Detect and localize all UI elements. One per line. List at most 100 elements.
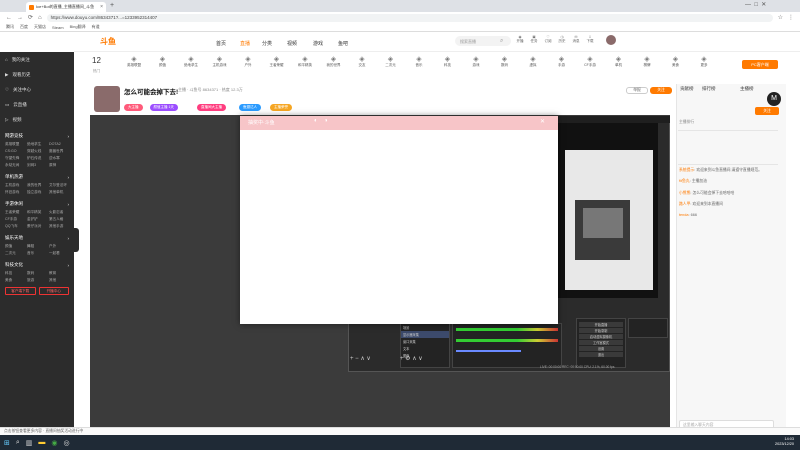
sidebar-item-cloud[interactable]: ▭ 云直播 bbox=[0, 97, 74, 112]
category-item[interactable]: ◈ 王者荣耀 bbox=[265, 55, 289, 68]
chat-username[interactable]: 路人甲 bbox=[679, 202, 690, 206]
bookmark-item[interactable]: 腾讯 bbox=[6, 24, 14, 30]
volume-slider[interactable] bbox=[456, 350, 521, 352]
new-tab-icon[interactable]: + bbox=[110, 2, 114, 9]
site-logo[interactable]: 斗鱼 bbox=[100, 36, 116, 47]
search-icon[interactable]: ⌕ bbox=[500, 38, 503, 45]
sidebar-category-link[interactable]: 其他单机 bbox=[49, 190, 69, 195]
sidebar-category-link[interactable]: 独立游戏 bbox=[27, 190, 47, 195]
sidebar-category-link[interactable]: 教育 bbox=[49, 271, 69, 276]
obs-source-controls[interactable]: + ⚙ ∧ ∨ bbox=[400, 355, 423, 362]
sidebar-category-link[interactable]: 其他手游 bbox=[49, 224, 69, 229]
bookmark-item[interactable]: 百度 bbox=[20, 24, 28, 30]
explorer-icon[interactable]: ▬ bbox=[38, 439, 45, 446]
user-avatar[interactable] bbox=[606, 35, 616, 45]
search-icon[interactable]: ⌕ bbox=[16, 439, 20, 447]
nav-home[interactable]: 首页 bbox=[216, 40, 226, 47]
sidebar-category-link[interactable]: 魔兽世界 bbox=[49, 149, 69, 154]
download-icon[interactable]: ⇩ 下载 bbox=[583, 35, 597, 44]
sidebar-item-follow[interactable]: ⌂ 我的关注 bbox=[0, 52, 74, 67]
star-icon[interactable]: ☆ bbox=[778, 14, 783, 21]
sidebar-category-link[interactable]: 剑网3 bbox=[27, 163, 47, 168]
sidebar-category-link[interactable]: 主机游戏 bbox=[5, 183, 25, 188]
category-item[interactable]: ◈ 游戏 bbox=[464, 55, 488, 68]
menu-icon[interactable]: ⋮ bbox=[788, 14, 794, 21]
obs-exit-button[interactable]: 退出 bbox=[579, 352, 623, 357]
category-item[interactable]: ◈ CF手游 bbox=[578, 55, 602, 68]
obs-scene-item[interactable]: 场景 bbox=[401, 324, 449, 331]
sidebar-section-header[interactable]: 手游休闲 › bbox=[0, 198, 74, 210]
sidebar-category-link[interactable]: 英雄联盟 bbox=[5, 142, 25, 147]
sidebar-section-header[interactable]: 网游竞技 › bbox=[0, 130, 74, 142]
obs-settings-button[interactable]: 设置 bbox=[579, 346, 623, 351]
rank-avatar[interactable]: M bbox=[767, 92, 781, 106]
sidebar-item-history[interactable]: ▶ 观看历史 bbox=[0, 67, 74, 82]
category-item[interactable]: ◈ 和平精英 bbox=[293, 55, 317, 68]
sidebar-category-link[interactable]: 和平精英 bbox=[27, 210, 47, 215]
sidebar-category-link[interactable]: 颜值 bbox=[5, 244, 25, 249]
category-item[interactable]: ◈ 棋牌 bbox=[635, 55, 659, 68]
sidebar-category-link[interactable]: 王者荣耀 bbox=[5, 210, 25, 215]
category-item[interactable]: ◈ 手游 bbox=[550, 55, 574, 68]
obs-start-stream-button[interactable]: 开始直播 bbox=[579, 322, 623, 327]
chat-username[interactable]: fit鱼丸 bbox=[679, 179, 690, 183]
sidebar-category-link[interactable]: 我的世界 bbox=[27, 183, 47, 188]
start-icon[interactable]: ⊞ bbox=[4, 439, 10, 447]
sidebar-category-link[interactable]: CF手游 bbox=[5, 217, 25, 222]
category-item[interactable]: ◈ 户外 bbox=[236, 55, 260, 68]
category-item[interactable]: ◈ 交友 bbox=[350, 55, 374, 68]
obs-scene-item[interactable]: 显示器采集 bbox=[401, 331, 449, 338]
message-icon[interactable]: ✉ 消息 bbox=[569, 35, 583, 44]
category-item[interactable]: ◈ 数码 bbox=[493, 55, 517, 68]
sidebar-section-header[interactable]: 科技文化 › bbox=[0, 259, 74, 271]
obs-start-record-button[interactable]: 开始录制 bbox=[579, 328, 623, 333]
sidebar-category-link[interactable]: 一起看 bbox=[49, 251, 69, 256]
category-item[interactable]: ◈ 音乐 bbox=[407, 55, 431, 68]
category-item[interactable]: ◈ 主机游戏 bbox=[208, 55, 232, 68]
sidebar-category-link[interactable]: 数码 bbox=[27, 271, 47, 276]
sidebar-category-link[interactable]: 美食 bbox=[5, 278, 25, 283]
chat-username[interactable]: tenda bbox=[679, 213, 689, 217]
sidebar-category-link[interactable]: 音乐 bbox=[27, 251, 47, 256]
sidebar-item-center[interactable]: ♡ 关注中心 bbox=[0, 82, 74, 97]
sidebar-collapse-handle[interactable] bbox=[74, 228, 79, 252]
category-item[interactable]: ◈ 绝地求生 bbox=[179, 55, 203, 68]
bookmark-item[interactable]: 有道 bbox=[92, 24, 100, 30]
sidebar-category-link[interactable]: 绝地求生 bbox=[27, 142, 47, 147]
sidebar-category-link[interactable]: 穿越火线 bbox=[27, 149, 47, 154]
category-item[interactable]: ◈ 我的世界 bbox=[322, 55, 346, 68]
category-item[interactable]: ◈ 英雄联盟 bbox=[122, 55, 146, 68]
bookmark-item[interactable]: Steam bbox=[52, 25, 64, 30]
back-icon[interactable]: ← bbox=[6, 15, 12, 21]
nav-category[interactable]: 分类 bbox=[262, 40, 272, 47]
home-icon[interactable]: ⌂ bbox=[38, 15, 42, 21]
sidebar-category-link[interactable]: 第五人格 bbox=[49, 217, 69, 222]
download-client-button[interactable]: 客户端下载 bbox=[5, 287, 36, 295]
sidebar-category-link[interactable]: 艾尔登法环 bbox=[49, 183, 69, 188]
sidebar-category-link[interactable]: 怀旧游戏 bbox=[5, 190, 25, 195]
nav-games[interactable]: 游戏 bbox=[313, 40, 323, 47]
chat-username[interactable]: 系统提示 bbox=[679, 168, 694, 172]
category-item[interactable]: ◈ 二次元 bbox=[379, 55, 403, 68]
forward-icon[interactable]: → bbox=[17, 15, 23, 21]
sidebar-category-link[interactable]: DOTA2 bbox=[49, 142, 69, 147]
history-icon[interactable]: ◷ 历史 bbox=[555, 35, 569, 44]
report-button[interactable]: 举报 bbox=[626, 87, 648, 94]
chat-username[interactable]: 小熊熊 bbox=[679, 191, 690, 195]
sidebar-category-link[interactable]: 火影忍者 bbox=[49, 210, 69, 215]
sidebar-category-link[interactable]: 蛋仔派对 bbox=[27, 224, 47, 229]
sidebar-category-link[interactable]: 守望先锋 bbox=[5, 156, 25, 161]
sidebar-category-link[interactable]: QQ飞车 bbox=[5, 224, 25, 229]
sidebar-category-link[interactable]: CS:GO bbox=[5, 149, 25, 154]
follow-button[interactable]: 关注 bbox=[650, 87, 672, 94]
category-item[interactable]: ◈ 美食 bbox=[664, 55, 688, 68]
sidebar-category-link[interactable]: 科技 bbox=[5, 271, 25, 276]
sidebar-category-link[interactable]: 旅游 bbox=[27, 278, 47, 283]
streamer-avatar[interactable] bbox=[94, 86, 120, 112]
sidebar-category-link[interactable]: 炉石传说 bbox=[27, 156, 47, 161]
browser-tab[interactable]: Ice+Bot的直播_主播直播间_斗鱼 × bbox=[26, 2, 106, 12]
nav-live[interactable]: 直播 bbox=[240, 40, 250, 47]
category-item[interactable]: ◈ 科技 bbox=[436, 55, 460, 68]
reload-icon[interactable]: ⟳ bbox=[28, 14, 33, 21]
close-icon[interactable]: × bbox=[100, 4, 103, 10]
